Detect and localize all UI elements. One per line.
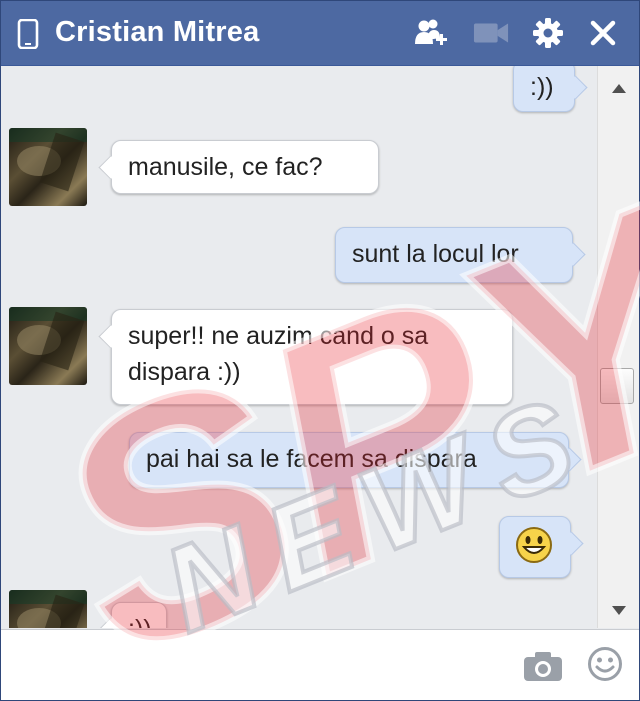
message-bubble: pai hai sa le facem sa dispara <box>129 432 569 488</box>
message-bubble: :)) <box>111 602 167 628</box>
message-bubble: super!! ne auzim cand o sa dispara :)) <box>111 309 513 405</box>
message-text: manusile, ce fac? <box>128 153 323 181</box>
chat-titlebar[interactable]: Cristian Mitrea <box>1 1 639 66</box>
close-button[interactable] <box>585 15 621 51</box>
add-friend-icon <box>415 19 447 45</box>
emoji-icon[interactable] <box>587 646 623 682</box>
scroll-thumb[interactable] <box>600 368 634 404</box>
phone-icon <box>17 19 39 49</box>
smiley-emoji-icon <box>516 527 552 563</box>
message-list[interactable]: :)) manusile, ce fac? sunt la locul lor … <box>1 66 597 628</box>
message-text-line: super!! ne auzim cand o sa <box>128 322 429 350</box>
chat-window: Cristian Mitrea:)) manusile, ce fac? su… <box>0 0 640 701</box>
message-text: sunt la locul lor <box>352 240 519 268</box>
video-call-button[interactable] <box>473 15 509 51</box>
avatar[interactable] <box>9 307 87 385</box>
message-bubble <box>499 516 571 578</box>
camera-icon[interactable] <box>523 650 563 682</box>
add-friend-button[interactable] <box>413 15 449 51</box>
message-text-line: dispara :)) <box>128 358 241 386</box>
message-text: pai hai sa le facem sa dispara <box>146 445 477 473</box>
message-bubble: manusile, ce fac? <box>111 140 379 194</box>
close-icon <box>590 20 616 46</box>
settings-button[interactable] <box>530 15 566 51</box>
composer <box>1 629 639 700</box>
gear-icon <box>533 18 563 48</box>
message-bubble: sunt la locul lor <box>335 227 573 283</box>
message-text: :)) <box>530 73 554 101</box>
chat-title[interactable]: Cristian Mitrea <box>55 16 259 49</box>
avatar[interactable] <box>9 590 87 628</box>
message-input[interactable] <box>11 640 505 692</box>
avatar[interactable] <box>9 128 87 206</box>
message-bubble: :)) <box>513 66 575 112</box>
message-scrollbar[interactable] <box>597 66 639 628</box>
video-call-icon <box>473 23 509 43</box>
scroll-up-icon[interactable] <box>612 84 626 93</box>
scroll-down-icon[interactable] <box>612 606 626 615</box>
message-text: :)) <box>128 615 152 628</box>
